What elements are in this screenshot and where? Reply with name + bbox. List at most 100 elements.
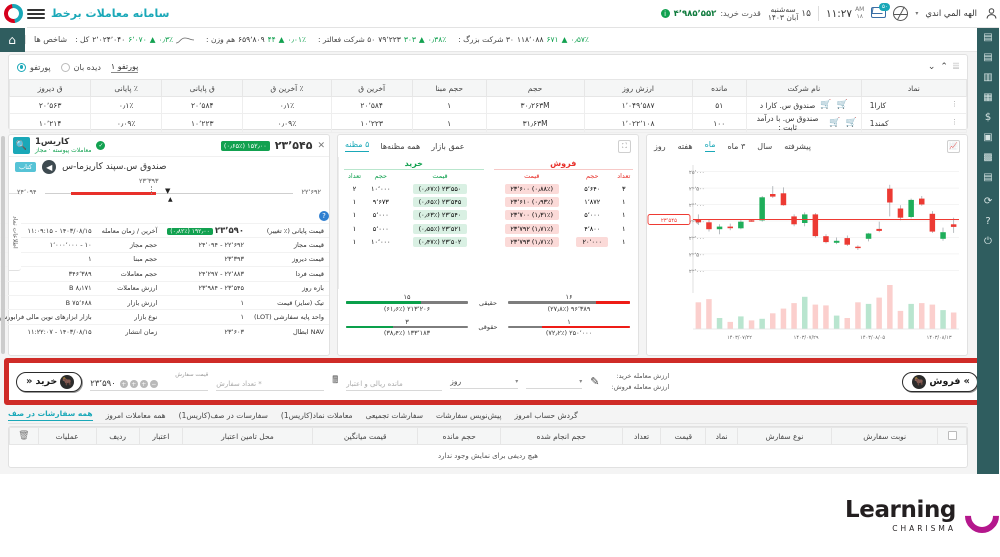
- extra-select[interactable]: ▾: [527, 375, 584, 389]
- col-last-price[interactable]: آخرین ق: [331, 79, 414, 97]
- help-icon[interactable]: ?: [986, 216, 991, 227]
- user-caret[interactable]: ▾: [916, 10, 919, 17]
- trash-icon[interactable]: 🗑: [19, 431, 30, 441]
- sell-row[interactable]: ۱ ۵٬۰۰۰ (۱٫۳۱٪) ۲۳٬۷۰۰: [495, 209, 635, 222]
- buy-button[interactable]: « خرید 🐂: [17, 371, 84, 392]
- index-item[interactable]: ۳۰ شرکت بزرگ : ۱۱۸٬۰۸۸ ۶۷۱ ▲ ۰٫۵۷٪: [459, 35, 590, 44]
- sell-row[interactable]: ۱ ۱٬۸۷۲ (۰٫۹۳٪) ۲۳٬۶۱۰: [495, 195, 635, 208]
- col-close-pct[interactable]: ٪ پایانی: [91, 79, 164, 97]
- power-icon[interactable]: ⏻: [985, 236, 993, 247]
- index-item[interactable]: هم وزن : ۶۵۹٬۸۰۹ ۴۴ ▲ ۰٫۰۱٪: [207, 35, 307, 44]
- chart-bar-icon[interactable]: ▦: [984, 92, 993, 103]
- col-order-type[interactable]: نوع سفارش: [737, 427, 834, 445]
- index-item[interactable]: ۵۰ شرکت فعالتر : ۷۹٬۲۲۳ ۳۰۳ ▲ ۰٫۳۸٪: [319, 35, 447, 44]
- plus-circle-icon[interactable]: +: [130, 380, 139, 388]
- tab-day[interactable]: روز: [655, 142, 667, 151]
- col-order-turn[interactable]: نوبت سفارش: [832, 427, 940, 445]
- dollar-icon[interactable]: $: [986, 112, 992, 123]
- tab-symbol-queued-orders[interactable]: سفارسات در صف(کاریس1): [180, 411, 269, 420]
- balance-field[interactable]: مانده ریالی و اعتبار: [347, 372, 444, 391]
- col-actions[interactable]: عملیات: [38, 427, 98, 445]
- tab-account-turnover[interactable]: گردش حساب امروز: [516, 411, 579, 420]
- hamburger-icon[interactable]: [28, 8, 46, 19]
- plus-circle-icon[interactable]: +: [140, 380, 149, 388]
- buy-row[interactable]: ۲۳٬۵۲۱ (۰٫۵۵٪) ۵٬۰۰۰ ۱: [345, 222, 485, 235]
- sliders-icon[interactable]: ⦙⦙⦙: [954, 62, 960, 72]
- search-icon[interactable]: 🔍: [14, 137, 31, 154]
- validity-select[interactable]: روز ▾: [451, 375, 520, 389]
- col-order-qty[interactable]: تعداد: [622, 427, 663, 445]
- tab-portfolio-1[interactable]: پورتفو ۱: [111, 62, 140, 73]
- book-icon[interactable]: ▤: [984, 52, 993, 63]
- tab-all-queued-orders[interactable]: همه سفارشات در صف: [9, 409, 94, 421]
- index-item[interactable]: کل : ۲٬۰۲۴٬۰۴۰ ۶٬۰۷۰ ▲ ۰٫۳٪: [76, 35, 196, 44]
- col-prev-price[interactable]: ق دیروز: [9, 79, 93, 97]
- arrow-circle-icon[interactable]: ◀: [43, 160, 58, 174]
- col-remaining-volume[interactable]: حجم مانده: [418, 427, 502, 445]
- plus-circle-icon[interactable]: +: [120, 380, 129, 388]
- chevron-down-icon[interactable]: ⌄: [929, 62, 937, 72]
- col-close-price[interactable]: ق پایانی: [162, 79, 245, 97]
- grid-icon[interactable]: ▩: [984, 152, 993, 163]
- globe-icon[interactable]: [894, 6, 910, 21]
- dots-vertical-icon[interactable]: ⋮: [952, 101, 959, 108]
- radio-watchlist[interactable]: دیده بان: [61, 62, 102, 72]
- home-icon[interactable]: ⌂: [0, 27, 26, 52]
- close-icon[interactable]: ✕: [318, 141, 326, 151]
- price-field[interactable]: قیمت سفارش ۲۳٬۵۹۰ − + + +: [91, 372, 210, 391]
- user-avatar-icon[interactable]: [985, 6, 1000, 21]
- tab-week[interactable]: هفته: [679, 142, 694, 151]
- buy-row[interactable]: ۲۳٬۵۴۵ (۰٫۶۵٪) ۹٬۶۷۳ ۱: [345, 195, 485, 208]
- mail-icon[interactable]: ۵۰: [872, 3, 892, 20]
- calendar-icon[interactable]: ▣: [984, 132, 993, 143]
- tab-month[interactable]: ماه: [705, 140, 717, 152]
- col-balance[interactable]: مانده: [692, 79, 748, 97]
- quantity-field[interactable]: * تعداد سفارش: [217, 372, 326, 391]
- sell-row[interactable]: ۱ ۴٬۸۰۰ (۱٫۷۱٪) ۲۳٬۷۹۲: [495, 222, 635, 235]
- col-order-price[interactable]: قیمت: [661, 427, 708, 445]
- cart-icon[interactable]: 🛒: [838, 100, 849, 110]
- col-last-pct[interactable]: ٪ آخرین ق: [243, 79, 333, 97]
- price-steppers[interactable]: − + + +: [120, 380, 159, 388]
- calculator-icon[interactable]: 🖩: [333, 373, 339, 390]
- col-avg-price[interactable]: قیمت میانگین: [312, 427, 420, 445]
- col-order-symbol[interactable]: نماد: [706, 427, 739, 445]
- user-name[interactable]: الهه المي اندي: [926, 9, 978, 19]
- tab-today-trades[interactable]: همه معاملات امروز: [107, 411, 167, 420]
- dots-vertical-icon[interactable]: ⋮: [952, 119, 959, 126]
- bell-icon[interactable]: ▤: [984, 172, 993, 183]
- sell-button[interactable]: 🐂 فروش »: [903, 371, 979, 392]
- tab-symbol-trades[interactable]: معاملات نماد(کاریس1): [282, 411, 354, 420]
- minus-circle-icon[interactable]: −: [150, 380, 159, 388]
- cart-icon[interactable]: 🛒: [847, 118, 858, 128]
- cart-icon[interactable]: 🛒: [830, 118, 841, 128]
- buy-row[interactable]: ۲۳٬۵۵۰ (۰٫۶۷٪) ۱۰٬۰۰۰ ۲: [345, 182, 485, 195]
- col-credit[interactable]: اعتبار: [139, 427, 185, 445]
- instrument-chip[interactable]: کتاب: [16, 162, 38, 172]
- col-day-value[interactable]: ارزش روز: [584, 79, 694, 97]
- briefcase-icon[interactable]: ▥: [984, 72, 993, 83]
- tab-year[interactable]: سال: [758, 142, 773, 151]
- cart-icon[interactable]: 🛒: [821, 100, 832, 110]
- col-credit-source[interactable]: محل تامین اعتبار: [183, 427, 314, 445]
- col-company[interactable]: نام شرکت: [746, 79, 863, 97]
- col-base-volume[interactable]: حجم مبنا: [412, 79, 488, 97]
- tab-all-quotes[interactable]: همه مظنه‌ها: [381, 142, 421, 151]
- checkbox-icon[interactable]: [948, 430, 958, 440]
- col-volume[interactable]: حجم: [486, 79, 586, 97]
- tab-aggregate-orders[interactable]: سفارشات تجمیعی: [367, 411, 424, 420]
- buy-row[interactable]: ۲۳٬۵۰۲ (۰٫۴۷٪) ۱۰٬۰۰۰ ۱: [345, 236, 485, 249]
- table-row[interactable]: کمند1 ⋮ صندوق س. با درآمد ثابت : 🛒 🛒 ۱۰۰…: [9, 113, 969, 133]
- info-icon[interactable]: ?: [320, 211, 330, 221]
- col-executed-volume[interactable]: حجم انجام شده: [500, 427, 624, 445]
- col-row-number[interactable]: ردیف: [96, 427, 141, 445]
- candlestick-icon[interactable]: 📈: [948, 139, 961, 153]
- col-symbol[interactable]: نماد: [861, 79, 969, 97]
- tab-3month[interactable]: ۳ ماه: [728, 142, 746, 151]
- tab-market-depth[interactable]: عمق بازار: [432, 142, 465, 151]
- tab-draft-orders[interactable]: پیش‌نویس سفارشات: [437, 411, 503, 420]
- pen-icon[interactable]: ✎: [591, 375, 600, 388]
- expand-icon[interactable]: ⛶: [619, 139, 632, 153]
- chevron-up-icon[interactable]: ⌃: [941, 62, 949, 72]
- monitor-icon[interactable]: ▤: [984, 32, 993, 43]
